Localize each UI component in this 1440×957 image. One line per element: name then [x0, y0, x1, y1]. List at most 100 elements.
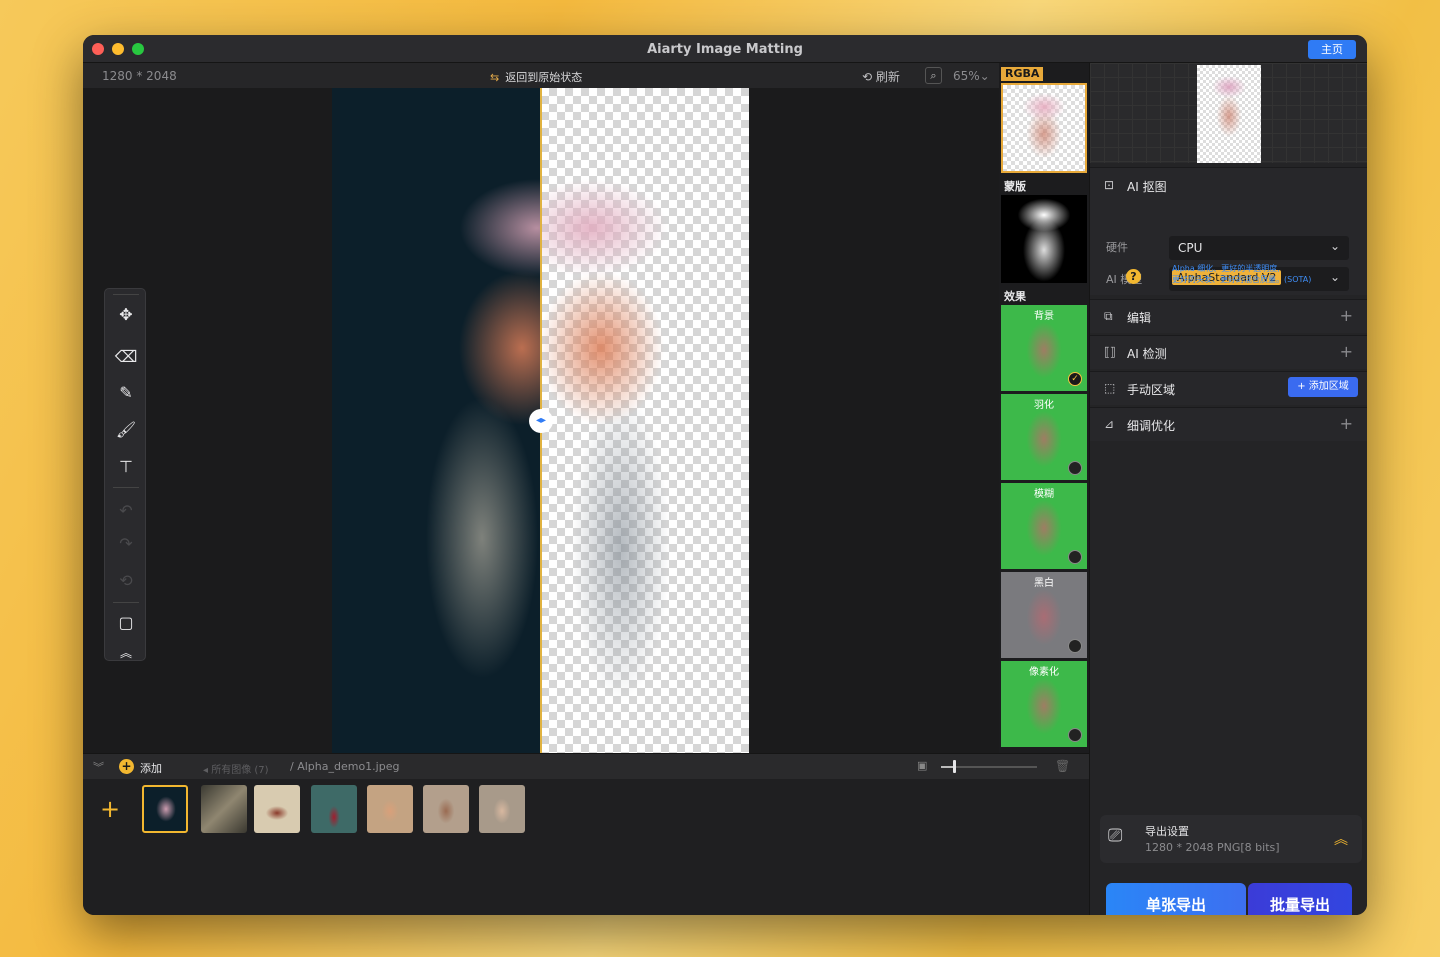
plus-icon[interactable]: +	[1340, 306, 1353, 325]
add-region-label: 添加区域	[1308, 381, 1349, 392]
compare-handle-icon[interactable]: ◂▸	[529, 409, 553, 433]
canvas-toolbar: 1280 * 2048 ⇆ 返回到原始状态 ⟲ 刷新 ⌕ 65%⌄	[83, 63, 999, 88]
help-icon[interactable]: ?	[1126, 269, 1141, 284]
thumbnail-flowers[interactable]	[367, 785, 413, 833]
refresh-label: 刷新	[875, 70, 900, 84]
effect-name: 黑白	[1034, 578, 1054, 589]
add-image-plus-icon[interactable]: +	[100, 795, 120, 823]
manual-region-icon: ⬚	[1104, 381, 1116, 395]
effect-pixelate[interactable]: 像素化	[1001, 661, 1087, 747]
revert-button[interactable]: ⇆ 返回到原始状态	[490, 69, 582, 85]
collapse-up-icon[interactable]: ︽	[114, 641, 138, 665]
single-export-button[interactable]: 单张导出	[1106, 883, 1246, 915]
trash-icon[interactable]: 🗑	[1055, 759, 1070, 773]
ai-detect-title: AI 检测	[1127, 347, 1167, 361]
home-button[interactable]: 主页	[1308, 40, 1356, 59]
tool-palette: ✥ ⌫ ✎ 🖌 ⊤ ↶ ↷ ⟲ ▢ ︽	[104, 288, 146, 661]
batch-export-button[interactable]: 批量导出	[1248, 883, 1352, 915]
chevron-up-double-icon[interactable]: ︽	[1334, 829, 1348, 849]
reset-icon[interactable]: ⟲	[114, 569, 138, 593]
effect-radio-icon[interactable]	[1068, 550, 1082, 564]
ai-detect-icon: ⟦⟧	[1104, 345, 1116, 359]
original-image-half	[332, 88, 541, 753]
navigator-thumbnail	[1197, 65, 1261, 163]
palette-divider	[113, 487, 139, 488]
thumbnail-portrait[interactable]	[423, 785, 469, 833]
effect-radio-icon[interactable]	[1068, 461, 1082, 475]
crop-edit-icon: ⧉	[1104, 309, 1113, 323]
collapse-down-icon[interactable]: ︾	[93, 759, 104, 775]
thumbnail-woman[interactable]	[479, 785, 525, 833]
hardware-label: 硬件	[1106, 241, 1128, 254]
effect-radio-icon[interactable]	[1068, 639, 1082, 653]
hardware-select[interactable]: CPU ⌄	[1169, 236, 1349, 260]
chevron-down-icon: ⌄	[979, 69, 990, 83]
model-description: Alpha 细化、更好的半透明度, 更好的头发、更好的混合质量。(SOTA)	[1172, 263, 1347, 285]
add-images-label[interactable]: 添加	[140, 760, 162, 776]
refine-section[interactable]: ⊿ 细调优化 +	[1090, 407, 1367, 441]
zoom-value: 65%	[953, 69, 980, 83]
breadcrumb-all-images-label: 所有图像 (7)	[211, 765, 269, 776]
effect-name: 羽化	[1034, 400, 1054, 411]
ai-matting-icon: ⊡	[1104, 178, 1115, 192]
edit-title: 编辑	[1127, 311, 1152, 325]
pen-icon[interactable]: ✎	[114, 381, 138, 405]
filmstrip: +	[83, 779, 1089, 915]
thumbnail-size-icon: ▣	[917, 759, 928, 772]
matted-subject	[541, 88, 749, 753]
plus-icon[interactable]: +	[1340, 342, 1353, 361]
zoom-search-icon[interactable]: ⌕	[925, 67, 942, 84]
breadcrumb-all-images[interactable]: ◂ 所有图像 (7)	[203, 761, 269, 776]
redo-icon[interactable]: ↷	[114, 532, 138, 556]
rgba-preview-image	[1013, 89, 1075, 169]
hardware-value: CPU	[1178, 241, 1203, 255]
palette-grip[interactable]	[113, 294, 139, 295]
brush-icon[interactable]: 🖌	[114, 418, 138, 442]
preview-column: RGBA 蒙版 效果 背景 ✓ 羽化 模糊 黑白 像素化	[999, 63, 1089, 753]
app-window: Aiarty Image Matting 主页 1280 * 2048 ⇆ 返回到…	[83, 35, 1367, 915]
export-settings-title: 导出设置	[1145, 825, 1189, 838]
effect-label: 效果	[1004, 290, 1026, 303]
refresh-button[interactable]: ⟲ 刷新	[862, 68, 900, 85]
thumbnail-red-dress[interactable]	[311, 785, 357, 833]
chevron-down-icon: ⌄	[1329, 239, 1340, 253]
manual-region-section[interactable]: ⬚ 手动区域 + 添加区域	[1090, 371, 1367, 405]
add-region-button[interactable]: + 添加区域	[1288, 377, 1358, 397]
effect-feather[interactable]: 羽化	[1001, 394, 1087, 480]
image-canvas[interactable]: ◂▸ ✥ ⌫ ✎ 🖌 ⊤ ↶ ↷ ⟲ ▢ ︽	[83, 88, 999, 753]
refresh-icon: ⟲	[862, 70, 873, 84]
eraser-icon[interactable]: ⌫	[114, 345, 138, 369]
slider-knob[interactable]	[953, 760, 956, 773]
window-title: Aiarty Image Matting	[647, 42, 803, 57]
undo-icon[interactable]: ↶	[114, 499, 138, 523]
mask-label: 蒙版	[1004, 180, 1026, 193]
effect-grayscale[interactable]: 黑白	[1001, 572, 1087, 658]
fit-screen-icon[interactable]: ▢	[114, 611, 138, 635]
mask-preview[interactable]	[1001, 195, 1087, 283]
zoom-select[interactable]: 65%⌄	[953, 69, 990, 83]
move-tool-icon[interactable]: ✥	[114, 303, 138, 327]
effect-background[interactable]: 背景 ✓	[1001, 305, 1087, 391]
thumbnail-bicycle[interactable]	[254, 785, 300, 833]
edit-section[interactable]: ⧉ 编辑 +	[1090, 299, 1367, 333]
image-dimensions: 1280 * 2048	[102, 69, 177, 83]
effect-name: 背景	[1034, 311, 1054, 322]
add-icon[interactable]: +	[119, 759, 134, 774]
swap-arrows-icon: ⇆	[490, 71, 500, 84]
effect-check-icon[interactable]: ✓	[1068, 372, 1082, 386]
rgba-preview[interactable]	[1001, 83, 1087, 173]
thumbnail-jellyfish[interactable]	[142, 785, 188, 833]
ai-detect-section[interactable]: ⟦⟧ AI 检测 +	[1090, 335, 1367, 369]
revert-label: 返回到原始状态	[505, 71, 583, 84]
paint-roller-icon[interactable]: ⊤	[114, 455, 138, 479]
effect-blur[interactable]: 模糊	[1001, 483, 1087, 569]
effect-name: 像素化	[1029, 667, 1059, 678]
matted-image-half	[541, 88, 749, 753]
navigator-thumbnail-image	[1203, 71, 1255, 157]
effect-radio-icon[interactable]	[1068, 728, 1082, 742]
plus-icon[interactable]: +	[1340, 414, 1353, 433]
navigator-preview[interactable]	[1090, 63, 1367, 163]
export-settings[interactable]: ⎚ 导出设置 1280 * 2048 PNG[8 bits] ︽	[1100, 815, 1362, 863]
thumbnail-bird[interactable]	[201, 785, 247, 833]
breadcrumb-file: / Alpha_demo1.jpeg	[290, 760, 400, 773]
